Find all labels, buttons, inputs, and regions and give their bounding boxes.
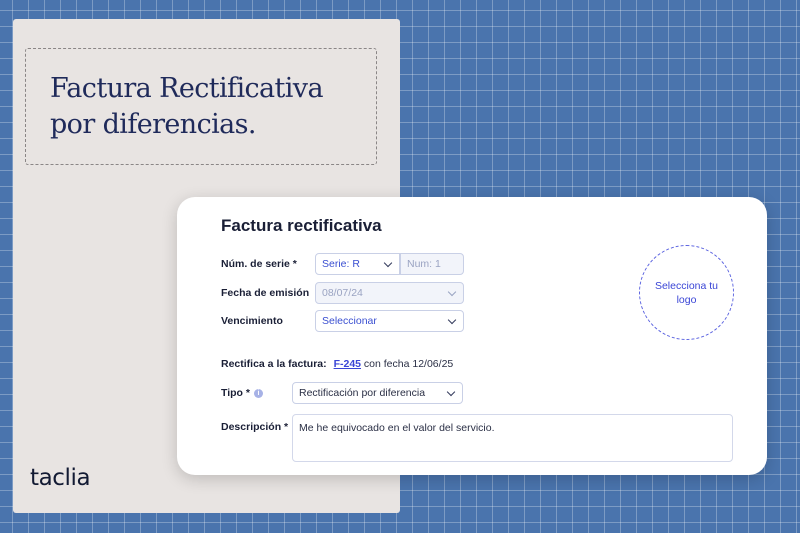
- headline-box: Factura Rectificativa por diferencias.: [25, 48, 377, 165]
- tipo-label: Tipo *: [221, 387, 250, 399]
- logo-upload-text: Selecciona tu logo: [654, 279, 719, 306]
- brand-logo: taclia: [30, 465, 91, 491]
- form-title: Factura rectificativa: [221, 216, 382, 235]
- invoice-date-text: con fecha 12/06/25: [363, 358, 454, 370]
- invoice-link[interactable]: F-245: [334, 358, 361, 370]
- fecha-label: Fecha de emisión: [221, 287, 310, 299]
- fecha-select-value: 08/07/24: [322, 287, 363, 299]
- vencimiento-select[interactable]: Seleccionar: [315, 310, 464, 332]
- headline-line-2: por diferencias.: [50, 109, 256, 140]
- tipo-select-value: Rectificación por diferencia: [299, 387, 426, 399]
- info-icon[interactable]: i: [253, 388, 263, 398]
- descripcion-value: Me he equivocado en el valor del servici…: [299, 422, 495, 434]
- serie-label: Núm. de serie *: [221, 258, 297, 270]
- headline: Factura Rectificativa por diferencias.: [50, 71, 370, 143]
- rectifica-line: Rectifica a la factura: F-245 con fecha …: [221, 358, 453, 370]
- chevron-down-icon: [447, 287, 457, 297]
- logo-upload[interactable]: Selecciona tu logo: [639, 245, 734, 340]
- serie-select-value: Serie: R: [322, 258, 360, 270]
- chevron-down-icon: [383, 258, 393, 268]
- num-input-placeholder: Num: 1: [407, 258, 441, 270]
- chevron-down-icon: [446, 387, 456, 397]
- tipo-label-wrap: Tipo * i: [221, 387, 263, 399]
- descripcion-label: Descripción *: [221, 421, 289, 433]
- fecha-select[interactable]: 08/07/24: [315, 282, 464, 304]
- vencimiento-select-value: Seleccionar: [322, 315, 377, 327]
- invoice-form-card: Factura rectificativa Núm. de serie * Se…: [177, 197, 767, 475]
- descripcion-textarea[interactable]: Me he equivocado en el valor del servici…: [292, 414, 733, 462]
- num-input[interactable]: Num: 1: [400, 253, 464, 275]
- chevron-down-icon: [447, 315, 457, 325]
- serie-select[interactable]: Serie: R: [315, 253, 400, 275]
- vencimiento-label: Vencimiento: [221, 315, 283, 327]
- headline-line-1: Factura Rectificativa: [50, 73, 324, 104]
- tipo-select[interactable]: Rectificación por diferencia: [292, 382, 463, 404]
- rectifica-label: Rectifica a la factura:: [221, 358, 327, 370]
